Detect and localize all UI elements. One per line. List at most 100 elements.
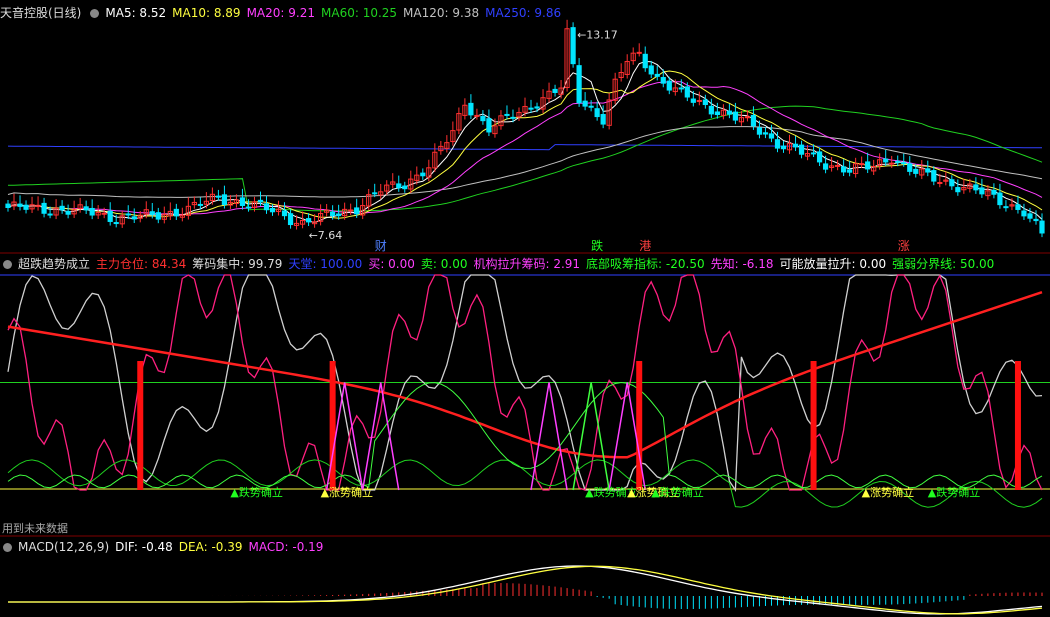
- candle-body: [810, 152, 817, 155]
- candle-body: [889, 162, 895, 165]
- low-price-label: ←7.64: [309, 229, 343, 242]
- future-data-note: 用到未来数据: [2, 522, 68, 535]
- menu-dot-icon[interactable]: [3, 260, 12, 269]
- menu-dot-icon[interactable]: [90, 9, 100, 18]
- panel2-indicator-5: 卖: 0.00: [420, 257, 468, 271]
- candle-body: [528, 107, 534, 110]
- candle-body: [41, 202, 47, 214]
- candle-body: [841, 166, 847, 173]
- candle-body: [798, 144, 805, 155]
- candle-body: [847, 169, 853, 173]
- ma10-line: [7, 70, 1043, 219]
- candle-body: [215, 195, 222, 198]
- candle-body: [59, 205, 65, 211]
- candle-body: [991, 189, 997, 195]
- candle-body: [732, 111, 739, 121]
- candle-body: [576, 65, 582, 104]
- candle-body: [5, 203, 11, 209]
- candle-body: [708, 105, 714, 115]
- candle-body: [600, 114, 606, 125]
- candle-body: [768, 133, 775, 139]
- candle-body: [396, 183, 402, 189]
- candle-body: [269, 207, 276, 213]
- candle-body: [955, 187, 961, 193]
- candle-body: [973, 184, 979, 191]
- candle-body: [726, 110, 732, 115]
- high-price-label: ←13.17: [577, 29, 618, 42]
- candle-body: [744, 116, 751, 119]
- stock-title: 天音控股(日线): [0, 6, 82, 20]
- candle-body: [690, 98, 696, 103]
- candle-body: [89, 207, 95, 216]
- candle-body: [949, 179, 955, 187]
- candle-body: [402, 185, 408, 190]
- ma60-line: [7, 105, 1043, 212]
- candle-body: [859, 163, 865, 166]
- candle-body: [125, 213, 131, 216]
- candle-body: [101, 212, 107, 215]
- candle-body: [895, 160, 901, 163]
- spike-3: [572, 382, 610, 491]
- candle-body: [197, 203, 203, 206]
- candle-body: [552, 88, 558, 93]
- candle-body: [17, 203, 23, 207]
- candle-body: [245, 206, 252, 209]
- panel1-marker-2: 港: [639, 239, 651, 253]
- candle-body: [281, 210, 288, 217]
- candle-body: [131, 216, 137, 220]
- panel1-marker-1: 跌: [591, 238, 603, 253]
- panel2-indicator-1: 主力仓位: 84.34: [96, 257, 187, 271]
- candle-body: [762, 132, 769, 135]
- candle-body: [420, 172, 426, 177]
- candle-body: [107, 210, 113, 222]
- panel2-indicator-7: 底部吸筹指标: -20.50: [586, 257, 705, 271]
- candle-body: [263, 203, 270, 211]
- candle-body: [636, 51, 642, 54]
- candle-body: [702, 99, 708, 106]
- candle-body: [1033, 218, 1039, 222]
- candle-body: [239, 197, 246, 206]
- candle-body: [354, 207, 360, 215]
- candle-body: [257, 199, 264, 203]
- panel2-header: 超跌趋势成立 主力仓位: 84.34 筹码集中: 99.79 天堂: 100.00 买:…: [0, 255, 1006, 273]
- signal-label-5: ▲涨势确立: [862, 485, 914, 499]
- candle-body: [774, 139, 781, 149]
- candle-body: [648, 65, 654, 75]
- panel2-indicator-3: 天堂: 100.00: [288, 257, 363, 271]
- signal-label-6: ▲跌势确立: [928, 485, 980, 499]
- panel3-indicator-3: MACD: -0.19: [248, 540, 324, 554]
- candle-body: [468, 102, 474, 116]
- candle-body: [486, 118, 492, 133]
- candle-body: [865, 161, 871, 170]
- candle-body: [1003, 206, 1009, 209]
- candle-body: [155, 212, 161, 220]
- panel2-indicator-10: 强弱分界线: 50.00: [892, 257, 995, 271]
- panel1-marker-3: 涨: [898, 238, 910, 253]
- panel2-indicator-2: 筹码集中: 99.79: [192, 257, 283, 271]
- panel1-indicator-2: MA20: 9.21: [246, 6, 315, 20]
- volume-bar-4: [1014, 361, 1021, 490]
- panel1-indicator-3: MA60: 10.25: [321, 6, 398, 20]
- main-position-line: [7, 291, 1043, 459]
- candle-body: [1021, 210, 1027, 217]
- candle-body: [907, 163, 913, 172]
- candle-body: [654, 73, 660, 77]
- stock-chart: ←13.17 ←7.64 财 跌 港 涨 ▲跌势确立 ▲涨势确立 ▲跌势确立 ▲涨势确立 ▲跌势确立…: [0, 19, 1050, 615]
- candle-body: [594, 108, 600, 118]
- menu-dot-icon[interactable]: [3, 543, 12, 552]
- panel2-indicator-0: 超跌趋势成立: [18, 257, 91, 271]
- candle-body: [835, 164, 841, 167]
- candle-body: [504, 113, 510, 116]
- candle-body: [1015, 204, 1021, 210]
- panel2-indicator-9: 可能放量拉升: 0.00: [779, 257, 887, 271]
- panel1-indicator-1: MA10: 8.89: [172, 6, 241, 20]
- candle-body: [336, 213, 342, 217]
- candle-body: [822, 163, 829, 170]
- candle-body: [65, 210, 71, 215]
- candle-body: [883, 158, 889, 163]
- candle-body: [173, 208, 179, 217]
- candle-body: [1039, 220, 1045, 234]
- candle-body: [221, 194, 228, 205]
- candle-body: [660, 77, 666, 84]
- candle-body: [1027, 213, 1033, 219]
